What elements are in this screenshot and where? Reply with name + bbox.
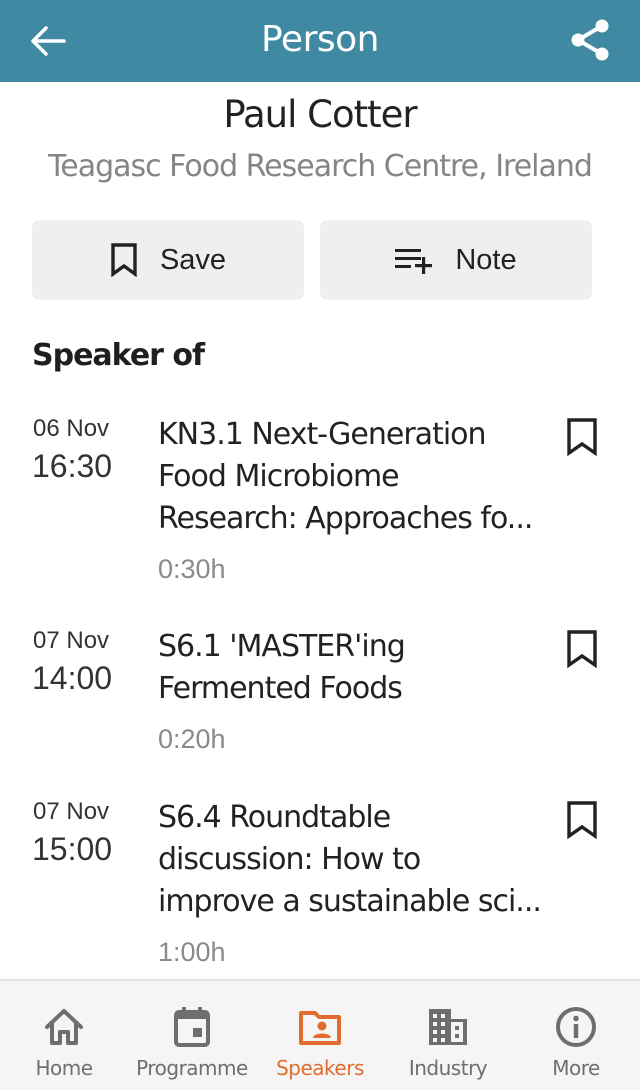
session-duration: 1:00h <box>158 937 226 967</box>
session-title-line: discussion: How to <box>158 842 421 877</box>
share-button[interactable] <box>566 16 614 64</box>
session-time: 15:00 <box>32 831 113 867</box>
session-time: 14:00 <box>32 660 113 696</box>
session-title: S6.1 'MASTER'ing Fermented Foods <box>158 626 548 710</box>
note-label: Note <box>455 243 517 276</box>
session-date: 06 Nov <box>33 415 110 442</box>
playlist-add-icon <box>395 246 433 274</box>
session-item[interactable]: 07 Nov 14:00 S6.1 'MASTER'ing Fermented … <box>0 626 640 756</box>
home-icon <box>0 1003 128 1051</box>
session-title: KN3.1 Next-Generation Food Microbiome Re… <box>158 414 548 540</box>
person-organization: Teagasc Food Research Centre, Ireland <box>48 149 593 184</box>
tab-label: Home <box>35 1056 93 1080</box>
tab-label: Industry <box>408 1056 488 1080</box>
save-button[interactable]: Save <box>32 220 304 300</box>
tab-programme[interactable]: Programme <box>128 981 256 1090</box>
info-icon <box>512 1003 640 1051</box>
session-title-line: Fermented Foods <box>158 671 403 706</box>
session-title-line: S6.4 Roundtable <box>158 800 391 835</box>
session-time: 16:30 <box>32 448 113 484</box>
session-title-line: Food Microbiome <box>158 459 400 494</box>
bookmark-icon <box>110 243 138 277</box>
session-title-line: S6.1 'MASTER'ing <box>158 629 406 664</box>
session-item[interactable]: 06 Nov 16:30 KN3.1 Next-Generation Food … <box>0 414 640 594</box>
bookmark-icon <box>567 630 597 669</box>
session-title-line: KN3.1 Next-Generation <box>158 417 487 452</box>
tab-label: Speakers <box>276 1056 364 1080</box>
person-name: Paul Cotter <box>223 93 417 136</box>
session-bookmark-button[interactable] <box>566 630 602 670</box>
session-date: 07 Nov <box>33 627 110 654</box>
tab-home[interactable]: Home <box>0 981 128 1090</box>
bookmark-icon <box>567 801 597 840</box>
tab-speakers[interactable]: Speakers <box>256 981 384 1090</box>
session-title-line: Research: Approaches fo... <box>158 501 533 536</box>
share-icon <box>571 19 609 61</box>
tab-more[interactable]: More <box>512 981 640 1090</box>
note-button[interactable]: Note <box>320 220 592 300</box>
bottom-tab-bar: Home Programme Speakers Industry More <box>0 979 640 1090</box>
page-title: Person <box>261 19 379 60</box>
session-duration: 0:20h <box>158 724 226 754</box>
speaker-folder-icon <box>256 1003 384 1051</box>
session-duration: 0:30h <box>158 554 226 584</box>
session-item[interactable]: 07 Nov 15:00 S6.4 Roundtable discussion:… <box>0 797 640 977</box>
building-icon <box>384 1003 512 1051</box>
tab-industry[interactable]: Industry <box>384 981 512 1090</box>
session-bookmark-button[interactable] <box>566 418 602 458</box>
session-bookmark-button[interactable] <box>566 801 602 841</box>
session-date: 07 Nov <box>33 798 110 825</box>
tab-label: More <box>552 1056 600 1080</box>
session-title: S6.4 Roundtable discussion: How to impro… <box>158 797 548 923</box>
section-title-speaker-of: Speaker of <box>32 338 205 373</box>
calendar-icon <box>128 1003 256 1051</box>
top-app-bar: Person <box>0 0 640 82</box>
tab-label: Programme <box>136 1056 248 1080</box>
save-label: Save <box>159 243 227 276</box>
session-title-line: improve a sustainable sci... <box>158 884 542 919</box>
bookmark-icon <box>567 418 597 457</box>
